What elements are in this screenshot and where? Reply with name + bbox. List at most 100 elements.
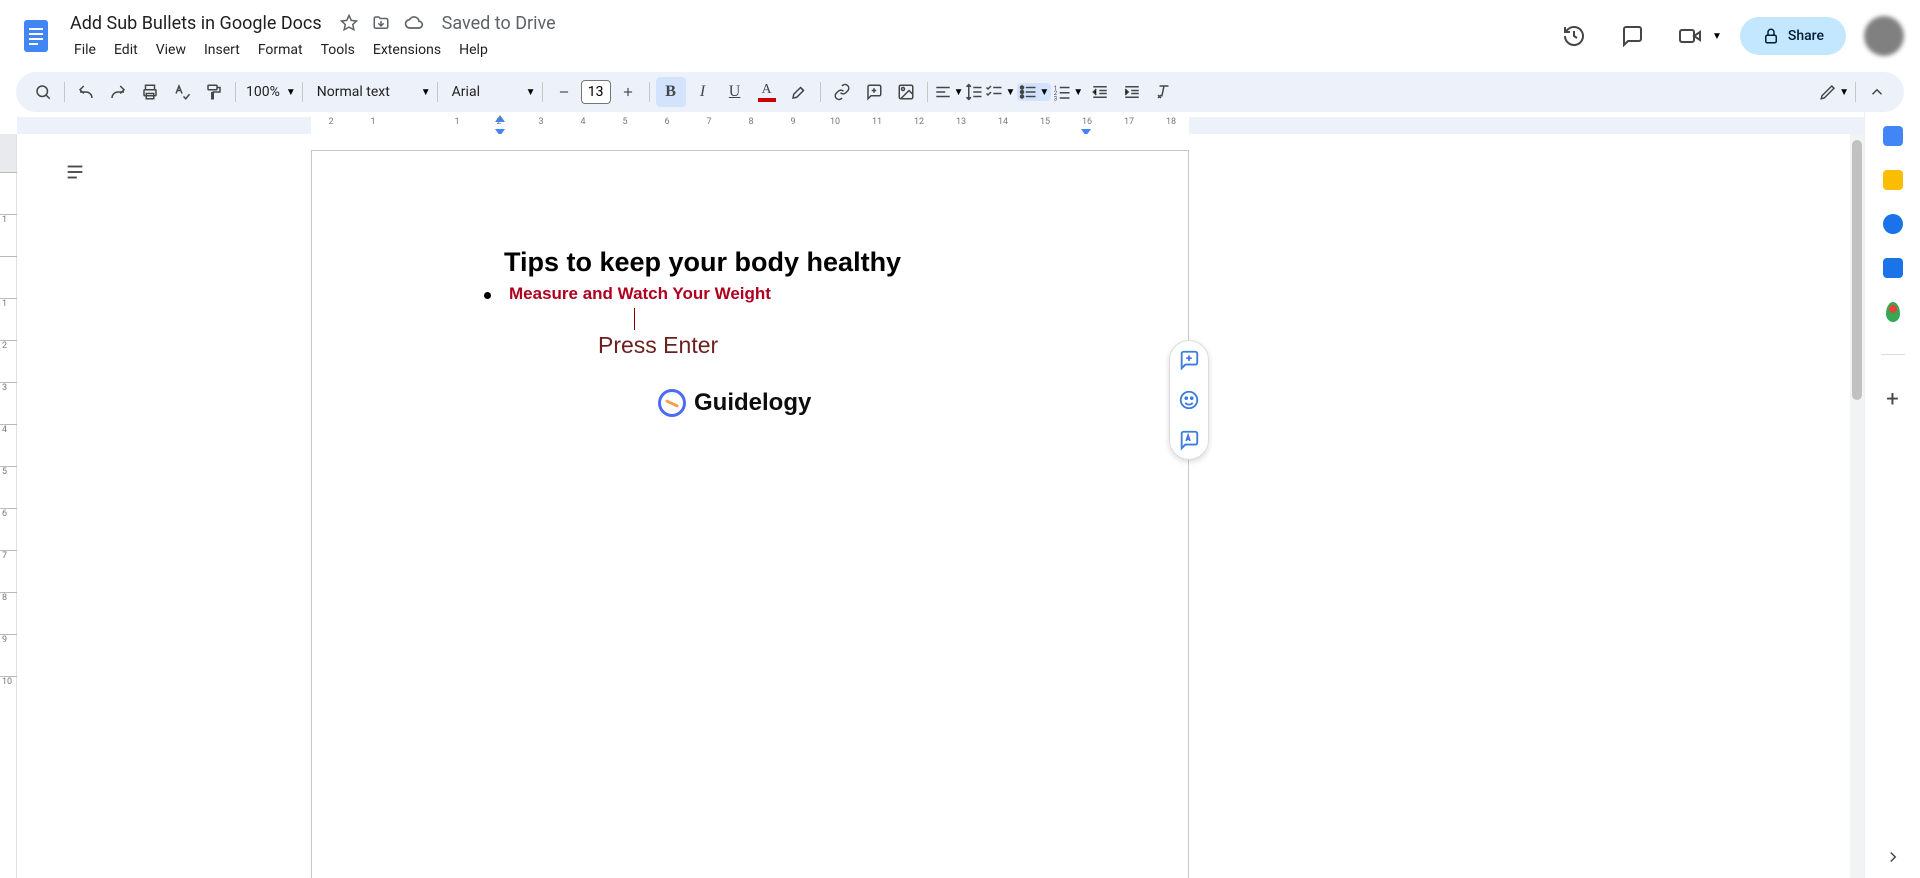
ruler-tick: 6 xyxy=(657,117,677,134)
ruler-tick: 17 xyxy=(1119,117,1139,134)
menu-edit[interactable]: Edit xyxy=(106,38,146,62)
scrollbar-thumb[interactable] xyxy=(1852,140,1862,400)
toolbar: 100% ▼ Normal text ▼ Arial ▼ 13 B I U A … xyxy=(16,72,1904,112)
paragraph-style-select[interactable]: Normal text ▼ xyxy=(309,84,431,100)
title-area: Add Sub Bullets in Google Docs Saved to … xyxy=(64,11,1554,62)
menu-tools[interactable]: Tools xyxy=(313,38,363,62)
maps-sidepanel-icon[interactable] xyxy=(1886,302,1900,322)
ruler-tick: 3 xyxy=(0,382,17,393)
menu-extensions[interactable]: Extensions xyxy=(365,38,449,62)
bulleted-list-button[interactable]: ▼ xyxy=(1017,83,1051,101)
horizontal-ruler[interactable]: 21123456789101112131415161718 xyxy=(17,117,1864,134)
avatar[interactable] xyxy=(1864,16,1904,56)
comments-header-icon[interactable] xyxy=(1612,16,1652,56)
contacts-sidepanel-icon[interactable] xyxy=(1883,258,1903,278)
ruler-tick: 8 xyxy=(0,592,17,603)
redo-icon[interactable] xyxy=(103,77,133,107)
decrease-font-size[interactable] xyxy=(549,77,579,107)
menu-format[interactable]: Format xyxy=(250,38,311,62)
ruler-tick: 15 xyxy=(1035,117,1055,134)
doc-heading[interactable]: Tips to keep your body healthy xyxy=(504,247,1092,278)
meet-icon[interactable] xyxy=(1670,16,1710,56)
separator xyxy=(437,82,438,102)
document-page[interactable]: Tips to keep your body healthy Measure a… xyxy=(311,150,1189,878)
separator xyxy=(1855,82,1856,102)
insert-link-icon[interactable] xyxy=(827,77,857,107)
ruler-tick xyxy=(0,172,17,173)
text-color-button[interactable]: A xyxy=(752,77,782,107)
insert-image-icon[interactable] xyxy=(891,77,921,107)
spellcheck-icon[interactable] xyxy=(167,77,197,107)
canvas-column: 21123456789101112131415161718 Tips to ke… xyxy=(17,112,1864,878)
checklist-button[interactable]: ▼ xyxy=(985,83,1015,101)
underline-button[interactable]: U xyxy=(720,77,750,107)
chevron-down-icon[interactable]: ▼ xyxy=(1712,31,1722,42)
emoji-reaction-icon[interactable] xyxy=(1178,389,1200,411)
ruler-tick: 1 xyxy=(0,214,17,225)
align-button[interactable]: ▼ xyxy=(934,83,964,101)
vertical-ruler[interactable]: 112345678910 xyxy=(0,134,17,878)
print-icon[interactable] xyxy=(135,77,165,107)
hide-sidepanel-icon[interactable] xyxy=(1884,848,1902,866)
lock-icon xyxy=(1762,27,1780,45)
increase-font-size[interactable] xyxy=(613,77,643,107)
chevron-down-icon: ▼ xyxy=(1839,87,1849,98)
share-button[interactable]: Share xyxy=(1740,17,1846,55)
clear-formatting-icon[interactable] xyxy=(1149,77,1179,107)
line-spacing-button[interactable] xyxy=(965,83,983,101)
italic-button[interactable]: I xyxy=(688,77,718,107)
vertical-scrollbar[interactable] xyxy=(1850,134,1864,878)
addons-plus-icon[interactable]: + xyxy=(1886,387,1898,412)
outline-toggle-icon[interactable] xyxy=(55,152,95,192)
menu-view[interactable]: View xyxy=(148,38,194,62)
highlight-color-button[interactable] xyxy=(784,77,814,107)
document-title[interactable]: Add Sub Bullets in Google Docs xyxy=(64,11,328,36)
star-icon[interactable] xyxy=(340,14,358,32)
side-panel: + xyxy=(1864,112,1920,878)
search-menus-icon[interactable] xyxy=(28,77,58,107)
separator xyxy=(927,82,928,102)
ruler-tick: 9 xyxy=(0,634,17,645)
bold-button[interactable]: B xyxy=(656,77,686,107)
editing-mode-button[interactable]: ▼ xyxy=(1819,83,1849,101)
keep-sidepanel-icon[interactable] xyxy=(1883,170,1903,190)
add-comment-icon[interactable] xyxy=(859,77,889,107)
collapse-toolbar-icon[interactable] xyxy=(1862,77,1892,107)
chevron-down-icon: ▼ xyxy=(1005,87,1015,98)
history-icon[interactable] xyxy=(1554,16,1594,56)
list-item[interactable]: Measure and Watch Your Weight xyxy=(484,284,1092,304)
ruler-tick: 9 xyxy=(783,117,803,134)
undo-icon[interactable] xyxy=(71,77,101,107)
tasks-sidepanel-icon[interactable] xyxy=(1883,214,1903,234)
menu-help[interactable]: Help xyxy=(451,38,496,62)
menu-insert[interactable]: Insert xyxy=(196,38,248,62)
add-comment-floating-icon[interactable] xyxy=(1178,349,1200,371)
meet-group[interactable]: ▼ xyxy=(1670,16,1722,56)
zoom-select[interactable]: 100% ▼ xyxy=(242,84,296,100)
suggest-edit-icon[interactable] xyxy=(1178,429,1200,451)
ruler-tick xyxy=(0,256,17,257)
menu-file[interactable]: File xyxy=(66,38,104,62)
ruler-tick: 1 xyxy=(0,298,17,309)
ruler-tick xyxy=(405,117,425,134)
paint-format-icon[interactable] xyxy=(199,77,229,107)
font-size-input[interactable]: 13 xyxy=(581,80,611,104)
move-icon[interactable] xyxy=(372,14,390,32)
title-icons: Saved to Drive xyxy=(340,13,556,34)
docs-logo-icon[interactable] xyxy=(16,16,56,56)
ruler-tick: 10 xyxy=(825,117,845,134)
numbered-list-button[interactable]: 123▼ xyxy=(1053,83,1083,101)
ruler-tick: 1 xyxy=(363,117,383,134)
decrease-indent-icon[interactable] xyxy=(1085,77,1115,107)
bullet-text[interactable]: Measure and Watch Your Weight xyxy=(509,284,771,304)
increase-indent-icon[interactable] xyxy=(1117,77,1147,107)
paragraph-style-value: Normal text xyxy=(309,84,419,100)
ruler-tick: 11 xyxy=(867,117,887,134)
font-family-select[interactable]: Arial ▼ xyxy=(444,84,536,100)
separator xyxy=(64,82,65,102)
page-scroll-area[interactable]: Tips to keep your body healthy Measure a… xyxy=(17,134,1864,878)
bullet-icon xyxy=(484,292,491,299)
ruler-tick: 10 xyxy=(0,676,17,687)
calendar-sidepanel-icon[interactable] xyxy=(1883,126,1903,146)
cloud-saved-icon[interactable] xyxy=(404,13,424,33)
